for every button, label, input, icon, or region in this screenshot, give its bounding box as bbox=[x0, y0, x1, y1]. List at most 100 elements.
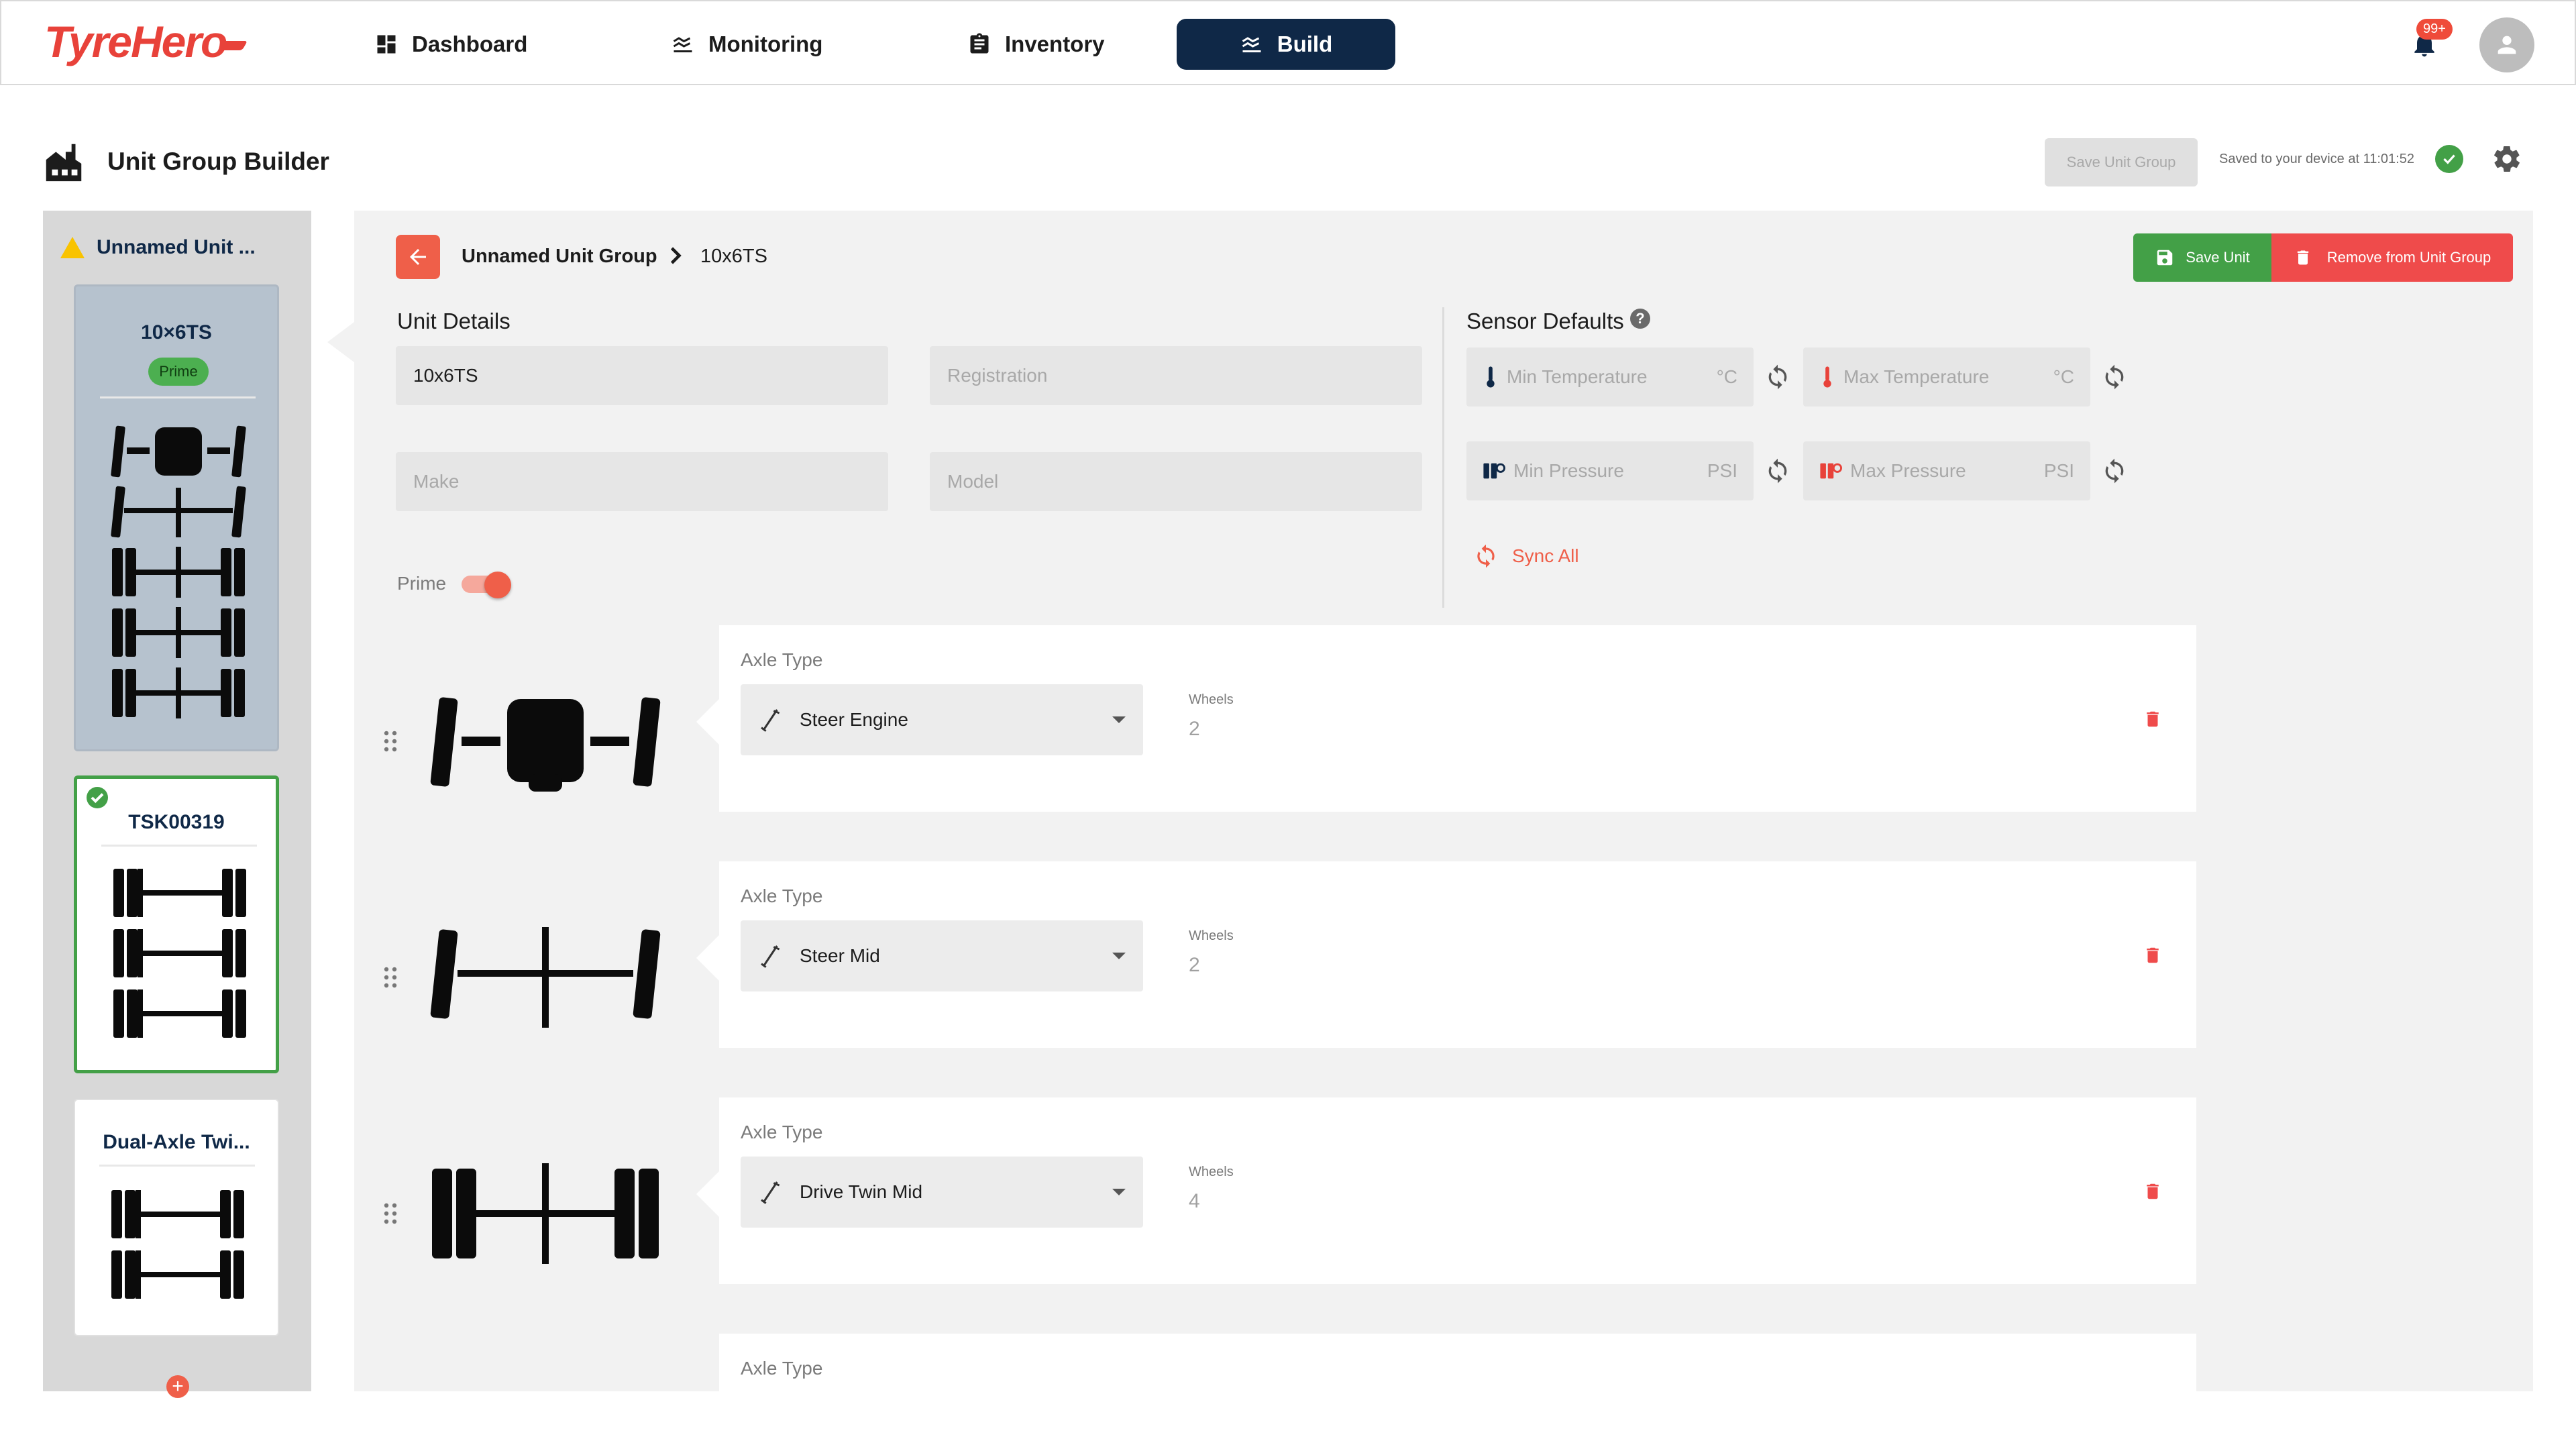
model-field[interactable]: Model bbox=[930, 452, 1422, 511]
axle-diagram bbox=[113, 869, 246, 1038]
card-divider bbox=[99, 1165, 255, 1167]
pressure-high-icon bbox=[1820, 463, 1842, 479]
clipboard-icon bbox=[970, 33, 989, 54]
unit-card-title: TSK00319 bbox=[128, 811, 225, 833]
sync-icon[interactable] bbox=[1764, 458, 1791, 484]
sync-all-button[interactable]: Sync All bbox=[1473, 543, 1579, 569]
axle-row: Axle Type Steer Mid Wheels 2 bbox=[354, 861, 2533, 1049]
steer-engine-axle-diagram bbox=[430, 697, 661, 792]
nav-dashboard[interactable]: Dashboard bbox=[354, 19, 547, 70]
avatar[interactable] bbox=[2479, 17, 2534, 72]
nav-inventory[interactable]: Inventory bbox=[947, 19, 1125, 70]
axle-icon bbox=[761, 1181, 780, 1204]
max-pressure-field[interactable]: Max Pressure PSI bbox=[1803, 441, 2090, 500]
sidebar-group-title[interactable]: Unnamed Unit ... bbox=[60, 236, 256, 259]
drag-handle-icon[interactable] bbox=[384, 730, 397, 753]
wheels-value: 4 bbox=[1189, 1190, 1200, 1212]
axle-type-label: Axle Type bbox=[741, 649, 823, 670]
back-button[interactable] bbox=[396, 235, 440, 279]
notification-badge: 99+ bbox=[2416, 19, 2453, 40]
axle-type-select[interactable]: Steer Mid bbox=[741, 920, 1143, 991]
axle-type-label: Axle Type bbox=[741, 1358, 823, 1379]
min-temperature-field[interactable]: Min Temperature °C bbox=[1466, 347, 1754, 407]
card-divider bbox=[100, 396, 256, 398]
axle-card: Axle Type Steer Engine Wheels 2 bbox=[696, 625, 2196, 812]
unit-card-selected[interactable]: 10×6TS Prime bbox=[74, 284, 279, 751]
monitoring-icon bbox=[673, 37, 692, 52]
help-icon[interactable]: ? bbox=[1630, 309, 1650, 329]
prime-label: Prime bbox=[397, 573, 447, 594]
axle-type-select[interactable]: Drive Twin Mid bbox=[741, 1157, 1143, 1228]
axle-type-select[interactable]: Steer Engine bbox=[741, 684, 1143, 755]
sync-icon[interactable] bbox=[2101, 458, 2128, 484]
check-circle-icon bbox=[2435, 145, 2463, 173]
top-nav: TyreHero Dashboard Monitoring Inventory … bbox=[0, 0, 2576, 85]
axle-row: Axle Type Steer Engine Wheels 2 bbox=[354, 625, 2533, 813]
unit-card-tsk00319[interactable]: TSK00319 bbox=[74, 775, 279, 1073]
gear-icon[interactable] bbox=[2491, 144, 2522, 174]
save-unit-group-button[interactable]: Save Unit Group bbox=[2045, 138, 2198, 186]
trash-icon[interactable] bbox=[2143, 943, 2163, 967]
factory-icon bbox=[46, 144, 82, 182]
unit-details-heading: Unit Details bbox=[397, 309, 511, 333]
chevron-right-icon bbox=[670, 247, 682, 264]
unit-name-field[interactable]: 10x6TS bbox=[396, 346, 888, 405]
axle-card: Axle Type Steer Mid Wheels 2 bbox=[696, 861, 2196, 1048]
nav-monitoring[interactable]: Monitoring bbox=[651, 19, 843, 70]
steer-mid-axle-diagram bbox=[430, 927, 661, 1028]
dashboard-icon bbox=[377, 35, 396, 54]
sync-icon[interactable] bbox=[2101, 364, 2128, 390]
build-icon bbox=[1242, 37, 1261, 52]
trash-icon[interactable] bbox=[2143, 707, 2163, 731]
unit-card-title: 10×6TS bbox=[141, 321, 212, 343]
drive-twin-mid-axle-diagram bbox=[432, 1163, 659, 1264]
save-unit-button[interactable]: Save Unit bbox=[2133, 233, 2271, 282]
wheels-label: Wheels bbox=[1189, 928, 1234, 943]
axle-card: Axle Type bbox=[719, 1334, 2196, 1391]
make-field[interactable]: Make bbox=[396, 452, 888, 511]
wheels-value: 2 bbox=[1189, 718, 1200, 740]
registration-field[interactable]: Registration bbox=[930, 346, 1422, 405]
drag-handle-icon[interactable] bbox=[384, 966, 397, 989]
sensor-defaults-heading: Sensor Defaults bbox=[1466, 309, 1624, 333]
page-title: Unit Group Builder bbox=[107, 148, 329, 175]
axle-row: Axle Type Drive Twin Mid Wheels 4 bbox=[354, 1097, 2533, 1285]
axle-diagram bbox=[111, 1190, 244, 1299]
saved-status: Saved to your device at 11:01:52 bbox=[2219, 152, 2414, 166]
unit-card-title: Dual-Axle Twi... bbox=[103, 1131, 250, 1153]
tyrehero-logo[interactable]: TyreHero bbox=[44, 16, 248, 67]
min-pressure-field[interactable]: Min Pressure PSI bbox=[1466, 441, 1754, 500]
wheels-label: Wheels bbox=[1189, 692, 1234, 707]
caret-down-icon bbox=[1112, 1189, 1126, 1195]
max-temperature-field[interactable]: Max Temperature °C bbox=[1803, 347, 2090, 407]
axle-type-label: Axle Type bbox=[741, 1122, 823, 1142]
caret-down-icon bbox=[1112, 716, 1126, 723]
sync-icon bbox=[1477, 544, 1495, 568]
pressure-icon bbox=[1483, 463, 1505, 479]
arrow-left-icon bbox=[410, 249, 426, 265]
wheels-value: 2 bbox=[1189, 954, 1200, 976]
prime-badge: Prime bbox=[148, 358, 209, 386]
axle-icon bbox=[761, 945, 780, 968]
add-unit-button[interactable]: + bbox=[166, 1375, 189, 1398]
thermometer-icon bbox=[1487, 366, 1495, 388]
axle-card: Axle Type Drive Twin Mid Wheels 4 bbox=[696, 1097, 2196, 1284]
card-divider bbox=[101, 845, 257, 847]
check-circle-icon bbox=[87, 787, 108, 808]
axle-row: Axle Type bbox=[354, 1334, 2533, 1391]
breadcrumb-group[interactable]: Unnamed Unit Group bbox=[462, 246, 657, 268]
drag-handle-icon[interactable] bbox=[384, 1202, 397, 1225]
remove-from-group-button[interactable]: Remove from Unit Group bbox=[2271, 233, 2513, 282]
wheels-label: Wheels bbox=[1189, 1165, 1234, 1179]
section-divider bbox=[1442, 307, 1444, 608]
unit-card-dual-axle[interactable]: Dual-Axle Twi... bbox=[74, 1099, 279, 1336]
axle-diagram bbox=[111, 425, 246, 718]
nav-build[interactable]: Build bbox=[1177, 19, 1395, 70]
axle-type-label: Axle Type bbox=[741, 885, 823, 906]
trash-icon bbox=[2297, 250, 2308, 265]
prime-toggle[interactable] bbox=[462, 572, 511, 598]
breadcrumb-unit: 10x6TS bbox=[700, 246, 767, 267]
sync-icon[interactable] bbox=[1764, 364, 1791, 390]
trash-icon[interactable] bbox=[2143, 1179, 2163, 1203]
axle-icon bbox=[761, 709, 780, 732]
